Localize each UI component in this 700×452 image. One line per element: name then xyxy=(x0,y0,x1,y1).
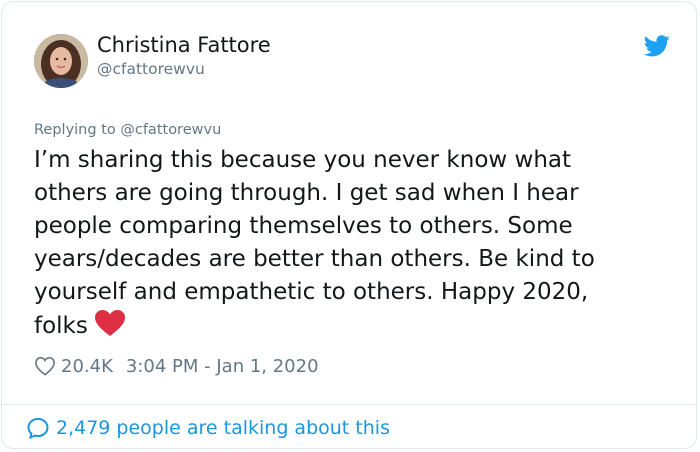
handle[interactable]: @cfattorewvu xyxy=(97,60,205,78)
divider xyxy=(3,404,695,405)
tweet-line-text: folks xyxy=(34,313,88,339)
tweet-line-last: folks xyxy=(34,309,654,343)
tweet-line: years/decades are better than others. Be… xyxy=(34,246,595,272)
speech-bubble-icon xyxy=(27,417,49,440)
heart-outline-icon[interactable] xyxy=(34,356,56,376)
twitter-bird-icon[interactable] xyxy=(644,35,670,57)
replying-to[interactable]: Replying to @cfattorewvu xyxy=(34,122,221,138)
tweet-line: others are going through. I get sad when… xyxy=(34,180,579,206)
tweet-text: I’m sharing this because you never know … xyxy=(34,144,654,343)
tweet-meta: 20.4K 3:04 PM - Jan 1, 2020 xyxy=(34,353,319,379)
tweet-line: yourself and empathetic to others. Happy… xyxy=(34,279,589,305)
tweet-card: Christina Fattore @cfattorewvu Replying … xyxy=(1,1,697,449)
tweet-line: people comparing themselves to others. S… xyxy=(34,213,573,239)
like-count[interactable]: 20.4K xyxy=(61,356,113,377)
display-name[interactable]: Christina Fattore xyxy=(97,33,271,57)
tweet-line: I’m sharing this because you never know … xyxy=(34,147,572,173)
talking-about-link[interactable]: 2,479 people are talking about this xyxy=(26,416,390,440)
timestamp[interactable]: 3:04 PM - Jan 1, 2020 xyxy=(126,356,319,377)
avatar[interactable] xyxy=(34,34,88,88)
talking-about-text[interactable]: 2,479 people are talking about this xyxy=(56,417,390,439)
red-heart-emoji-icon xyxy=(94,310,125,336)
